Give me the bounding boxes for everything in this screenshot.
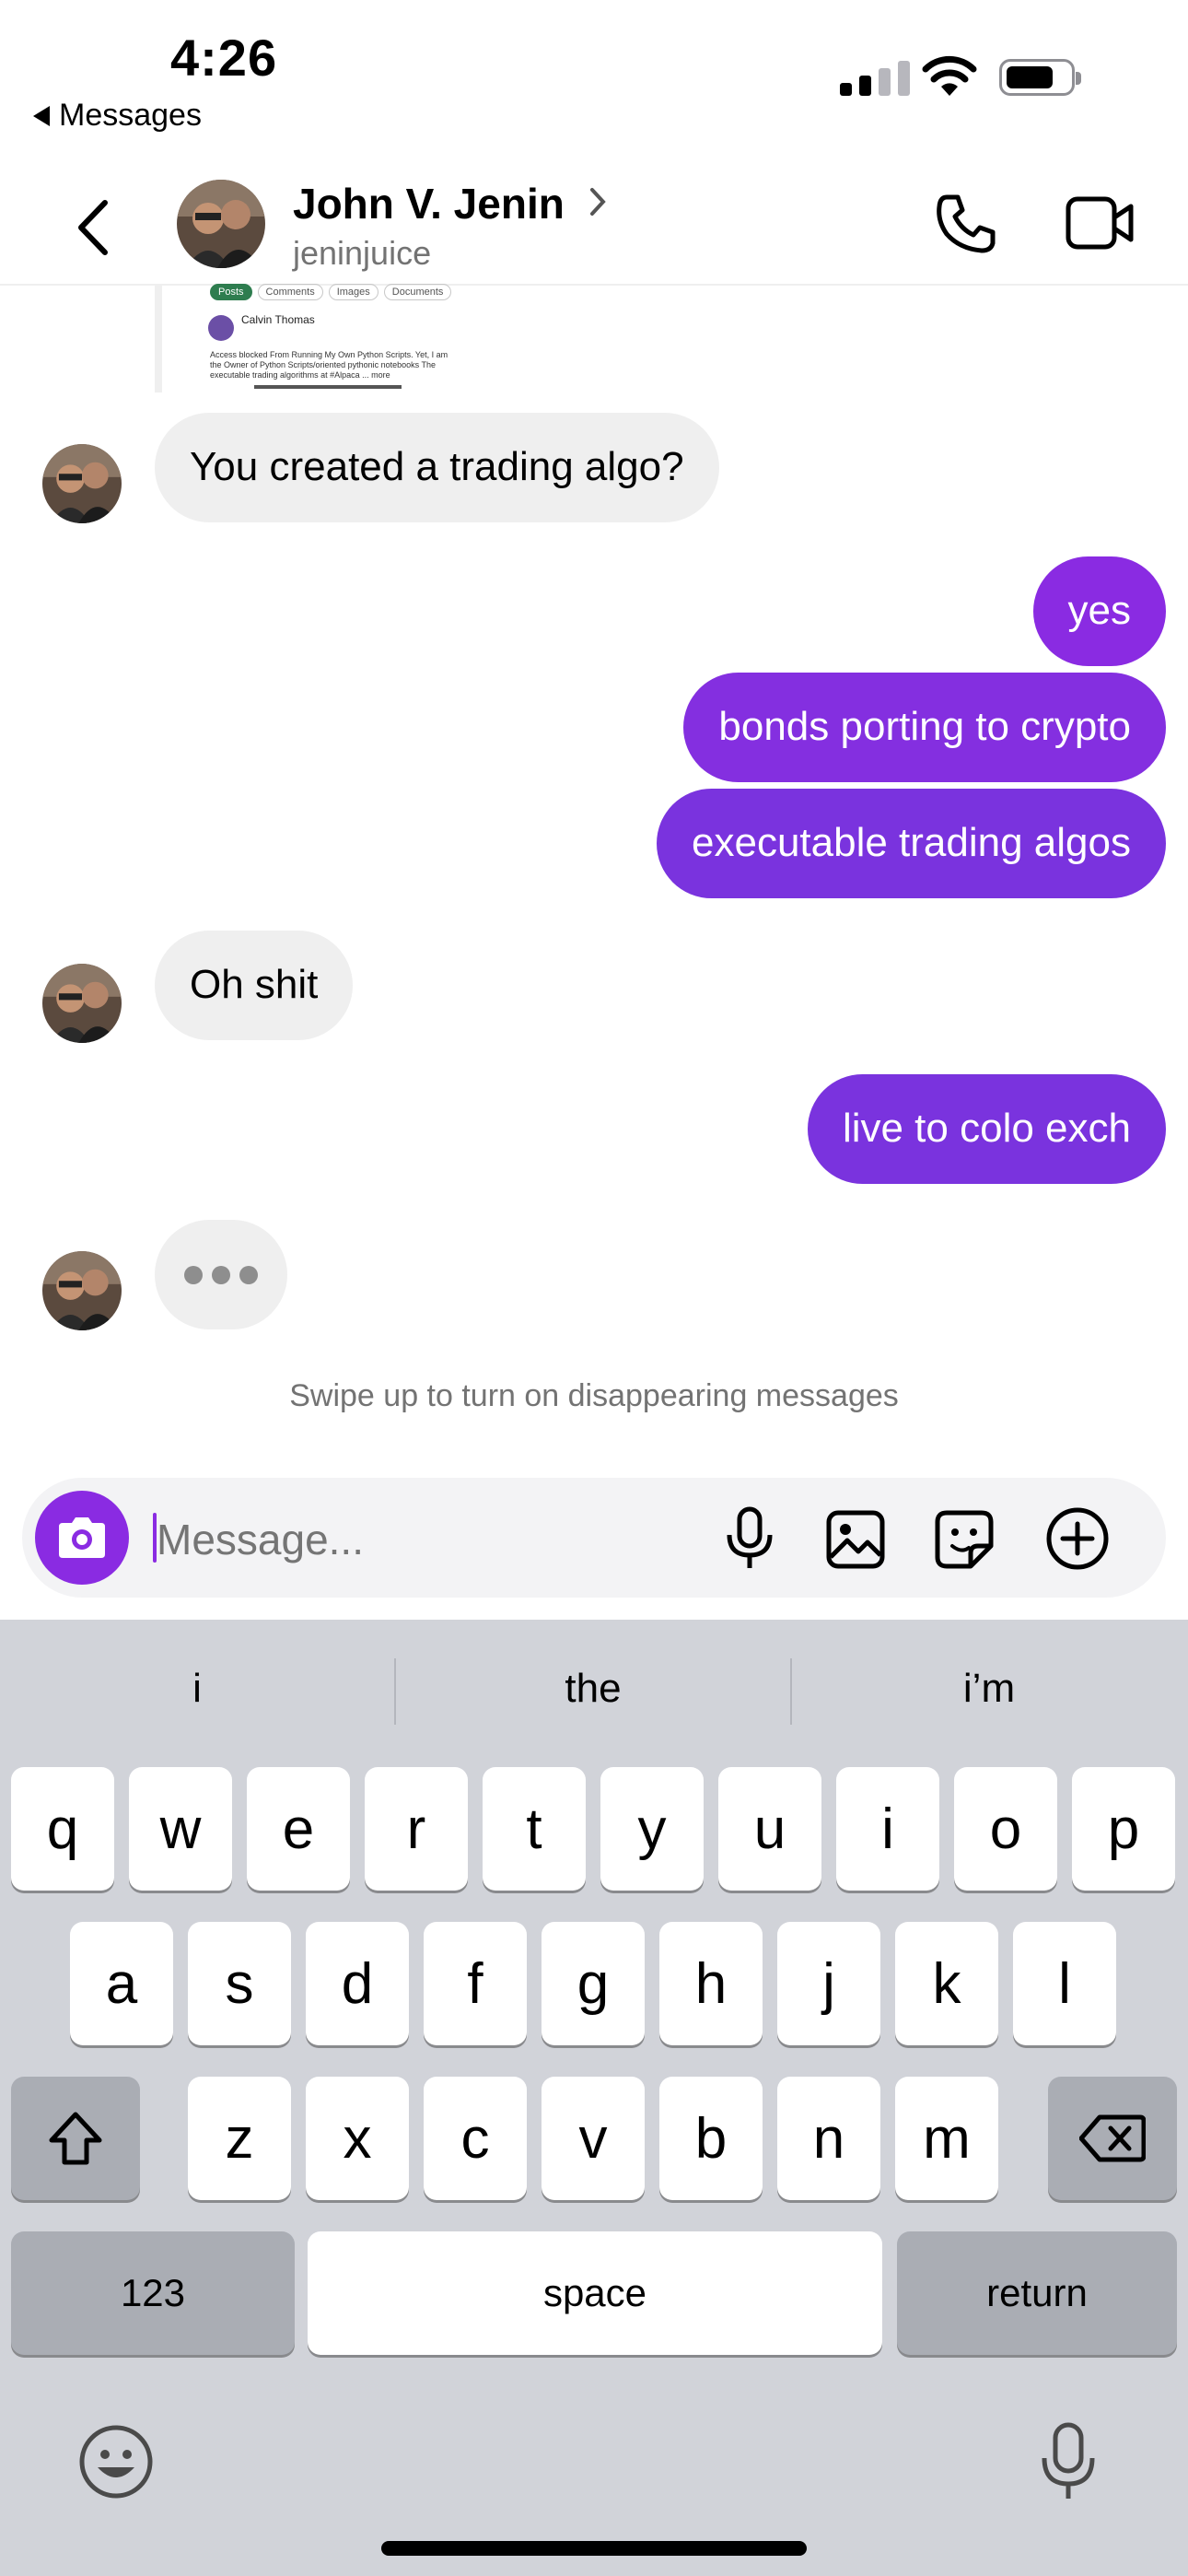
suggestion-item[interactable]: i’m — [792, 1666, 1186, 1712]
shift-key[interactable] — [11, 2077, 140, 2200]
contact-avatar[interactable] — [177, 180, 265, 268]
key-c[interactable]: c — [424, 2077, 527, 2200]
message-bubble-incoming[interactable]: Oh shit — [155, 931, 354, 1040]
home-indicator[interactable] — [381, 2541, 807, 2556]
message-bubble-incoming[interactable]: You created a trading algo? — [155, 413, 719, 522]
keyboard: i the i’m q w e r t y u i o p a s d f g … — [0, 1620, 1188, 2576]
disappearing-messages-hint: Swipe up to turn on disappearing message… — [289, 1378, 899, 1413]
contact-name[interactable]: John V. Jenin — [293, 179, 565, 228]
contact-username: jeninjuice — [293, 234, 432, 272]
add-plus-icon[interactable] — [1044, 1505, 1111, 1572]
key-r[interactable]: r — [365, 1767, 468, 1891]
back-arrow-icon[interactable] — [74, 199, 111, 256]
back-triangle-icon — [33, 105, 50, 126]
key-l[interactable]: l — [1013, 1922, 1116, 2045]
camera-button[interactable] — [35, 1491, 129, 1585]
typing-dot — [184, 1265, 203, 1284]
backspace-key[interactable] — [1048, 2077, 1177, 2200]
backspace-icon — [1079, 2114, 1146, 2162]
key-j[interactable]: j — [777, 1922, 880, 2045]
back-app-label: Messages — [59, 98, 202, 133]
key-b[interactable]: b — [659, 2077, 763, 2200]
shared-post-tab: Documents — [383, 284, 452, 300]
shared-post-author-avatar — [208, 315, 234, 341]
key-v[interactable]: v — [542, 2077, 645, 2200]
shift-arrow-icon — [49, 2112, 102, 2165]
shared-post-preview[interactable]: Posts Comments Images Documents Calvin T… — [155, 284, 457, 392]
key-s[interactable]: s — [188, 1922, 291, 2045]
sender-avatar[interactable] — [42, 964, 122, 1043]
typing-indicator — [155, 1220, 287, 1329]
back-to-app-link[interactable]: Messages — [33, 98, 202, 134]
suggestion-item[interactable]: i — [0, 1666, 394, 1712]
shared-post-tabs: Posts Comments Images Documents — [210, 284, 452, 300]
key-f[interactable]: f — [424, 1922, 527, 2045]
microphone-icon[interactable] — [724, 1505, 775, 1572]
sender-avatar[interactable] — [42, 444, 122, 523]
key-m[interactable]: m — [895, 2077, 998, 2200]
key-w[interactable]: w — [129, 1767, 232, 1891]
emoji-icon[interactable] — [77, 2423, 155, 2500]
key-i[interactable]: i — [836, 1767, 939, 1891]
key-t[interactable]: t — [483, 1767, 586, 1891]
message-input[interactable] — [157, 1515, 617, 1564]
message-bubble-outgoing[interactable]: yes — [1032, 556, 1166, 666]
sender-avatar[interactable] — [42, 1251, 122, 1330]
chat-header: John V. Jenin jeninjuice — [0, 166, 1188, 286]
key-n[interactable]: n — [777, 2077, 880, 2200]
key-p[interactable]: p — [1072, 1767, 1175, 1891]
typing-dot — [212, 1265, 230, 1284]
typing-dot — [239, 1265, 258, 1284]
key-a[interactable]: a — [70, 1922, 173, 2045]
shared-post-divider — [254, 385, 402, 389]
key-g[interactable]: g — [542, 1922, 645, 2045]
space-key[interactable]: space — [308, 2231, 882, 2355]
message-bubble-outgoing[interactable]: executable trading algos — [657, 789, 1166, 898]
return-key[interactable]: return — [897, 2231, 1177, 2355]
key-d[interactable]: d — [306, 1922, 409, 2045]
message-bubble-outgoing[interactable]: bonds porting to crypto — [683, 673, 1166, 782]
shared-post-author: Calvin Thomas — [241, 313, 315, 326]
shared-post-tab: Posts — [210, 284, 252, 300]
dictation-microphone-icon[interactable] — [1039, 2421, 1098, 2502]
phone-call-icon[interactable] — [934, 192, 998, 256]
sticker-icon[interactable] — [934, 1509, 995, 1570]
key-q[interactable]: q — [11, 1767, 114, 1891]
camera-icon — [59, 1517, 105, 1558]
key-e[interactable]: e — [247, 1767, 350, 1891]
status-time: 4:26 — [170, 29, 278, 87]
video-call-icon[interactable] — [1065, 195, 1135, 251]
chevron-right-icon[interactable] — [588, 186, 608, 217]
shared-post-body: Access blocked From Running My Own Pytho… — [210, 350, 448, 380]
image-gallery-icon[interactable] — [825, 1509, 886, 1570]
shared-post-tab: Images — [328, 284, 379, 300]
message-composer — [22, 1478, 1166, 1598]
key-z[interactable]: z — [188, 2077, 291, 2200]
shared-post-tab: Comments — [257, 284, 323, 300]
numbers-key[interactable]: 123 — [11, 2231, 295, 2355]
message-bubble-outgoing[interactable]: live to colo exch — [807, 1074, 1166, 1184]
wifi-icon — [922, 55, 977, 96]
suggestion-item[interactable]: the — [396, 1666, 790, 1712]
key-k[interactable]: k — [895, 1922, 998, 2045]
battery-icon — [999, 59, 1081, 96]
key-h[interactable]: h — [659, 1922, 763, 2045]
cellular-signal-icon — [840, 61, 910, 96]
key-y[interactable]: y — [600, 1767, 704, 1891]
key-x[interactable]: x — [306, 2077, 409, 2200]
key-o[interactable]: o — [954, 1767, 1057, 1891]
key-u[interactable]: u — [718, 1767, 821, 1891]
